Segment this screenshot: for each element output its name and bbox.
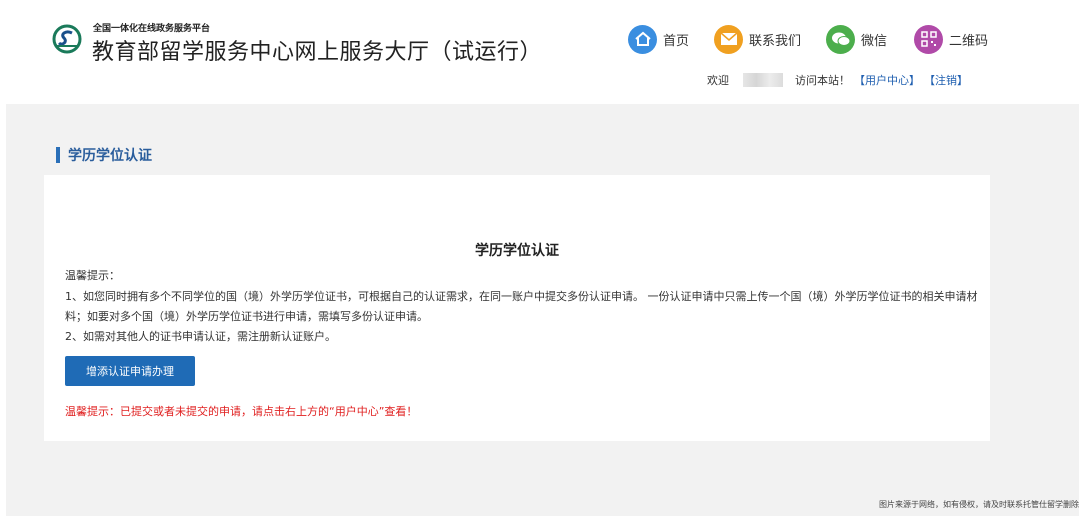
welcome-bar: 欢迎 访问本站！ 【用户中心】 【注销】 [707, 72, 968, 88]
footer-note: 图片来源于网络，如有侵权，请及时联系托管仕留学删除 [879, 500, 1079, 509]
mail-icon [714, 24, 743, 54]
user-center-link[interactable]: 【用户中心】 [854, 72, 920, 88]
nav-contact[interactable]: 联系我们 [714, 24, 801, 54]
nav-home-label: 首页 [663, 33, 690, 49]
site-title: 教育部留学服务中心网上服务大厅（试运行） [92, 40, 543, 65]
header: 全国一体化在线政务服务平台 教育部留学服务中心网上服务大厅（试运行） 首页 联系… [0, 0, 1079, 104]
platform-logo-icon [52, 24, 82, 54]
nav-wechat[interactable]: 微信 [826, 24, 887, 54]
qrcode-icon [914, 24, 943, 54]
home-icon [628, 24, 657, 54]
wechat-icon [826, 24, 855, 54]
section-accent-bar [56, 147, 60, 163]
tip-item-2: 2、如需对其他人的证书申请认证，需注册新认证账户。 [65, 330, 336, 343]
nav-qrcode[interactable]: 二维码 [914, 24, 988, 54]
nav-home[interactable]: 首页 [628, 24, 689, 54]
panel-title: 学历学位认证 [475, 243, 559, 259]
blurred-username [743, 73, 783, 87]
nav-wechat-label: 微信 [861, 33, 888, 49]
tip-label: 温馨提示： [65, 269, 120, 282]
certification-panel: 学历学位认证 温馨提示： 1、如您同时拥有多个不同学位的国（境）外学历学位证书，… [44, 175, 990, 441]
section-title: 学历学位认证 [68, 148, 152, 164]
tip-item-1: 1、如您同时拥有多个不同学位的国（境）外学历学位证书，可根据自己的认证需求，在同… [65, 290, 978, 323]
add-application-button[interactable]: 增添认证申请办理 [65, 356, 195, 386]
section-heading: 学历学位认证 [56, 145, 152, 165]
welcome-prefix: 欢迎 [707, 74, 729, 87]
nav-qrcode-label: 二维码 [949, 33, 989, 49]
welcome-suffix: 访问本站！ [795, 74, 850, 87]
nav-contact-label: 联系我们 [749, 33, 802, 49]
logout-link[interactable]: 【注销】 [924, 72, 968, 88]
warning-tip: 温馨提示：已提交或者未提交的申请，请点击右上方的“用户中心”查看！ [65, 405, 418, 418]
platform-label: 全国一体化在线政务服务平台 [93, 24, 211, 34]
